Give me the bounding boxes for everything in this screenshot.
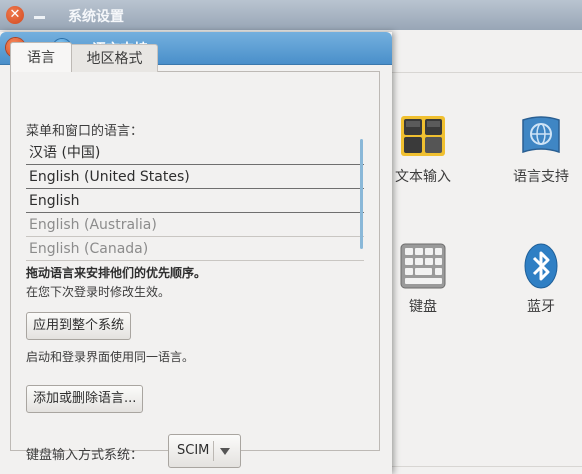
menu-language-label: 菜单和窗口的语言： xyxy=(26,124,144,139)
add-remove-languages-button[interactable]: 添加或删除语言... xyxy=(26,385,144,413)
list-item[interactable]: English (United States) xyxy=(26,165,364,189)
divider xyxy=(213,441,214,461)
minimize-icon[interactable] xyxy=(34,16,45,19)
text-entry-icon xyxy=(399,112,447,160)
bluetooth-icon xyxy=(517,242,565,290)
input-method-value: SCIM xyxy=(177,443,210,458)
tab-language[interactable]: 语言 xyxy=(10,42,72,72)
divider xyxy=(392,72,582,73)
keyboard-icon xyxy=(399,242,447,290)
list-item[interactable]: English (Australia) xyxy=(26,213,364,237)
list-item[interactable]: English xyxy=(26,189,364,213)
apply-system-wide-button[interactable]: 应用到整个系统 xyxy=(26,312,132,340)
system-settings-titlebar: ✕ 系统设置 xyxy=(0,0,582,30)
settings-item-bluetooth[interactable]: 蓝牙 xyxy=(496,242,582,316)
apply-hint: 启动和登录界面使用同一语言。 xyxy=(26,350,195,364)
tab-regional-formats[interactable]: 地区格式 xyxy=(72,44,158,72)
settings-item-label: 语言支持 xyxy=(513,169,569,185)
list-item[interactable]: 汉语 (中国) xyxy=(26,141,364,165)
next-login-hint: 在您下次登录时修改生效。 xyxy=(26,285,171,299)
drag-hint: 拖动语言来安排他们的优先顺序。 xyxy=(26,266,207,280)
divider xyxy=(392,466,582,467)
system-settings-title: 系统设置 xyxy=(68,9,124,25)
language-support-icon xyxy=(517,112,565,160)
list-scrollbar[interactable] xyxy=(360,139,363,249)
settings-item-label: 蓝牙 xyxy=(527,299,555,315)
close-icon[interactable]: ✕ xyxy=(6,6,24,24)
input-method-label: 键盘输入方式系统： xyxy=(26,448,144,463)
settings-item-language-support[interactable]: 语言支持 xyxy=(496,112,582,186)
language-list[interactable]: 汉语 (中国) English (United States) English … xyxy=(26,141,364,261)
list-item[interactable]: English (Canada) xyxy=(26,237,364,261)
input-method-select[interactable]: SCIM xyxy=(168,434,241,468)
chevron-down-icon xyxy=(220,448,230,455)
